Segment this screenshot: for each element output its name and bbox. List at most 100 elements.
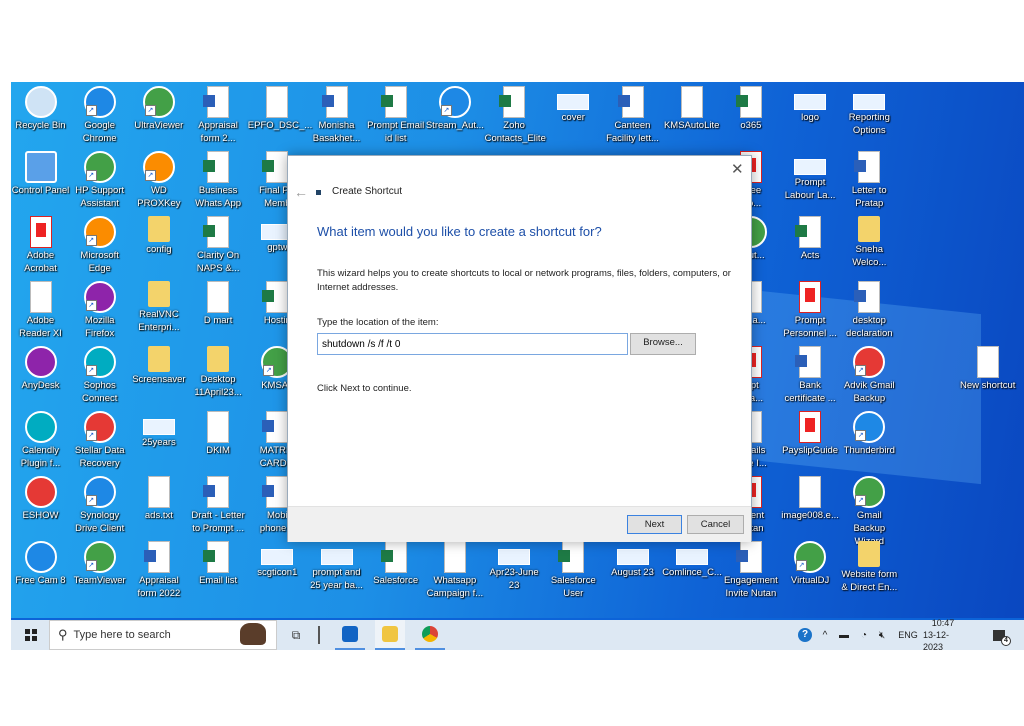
desktop-icon[interactable]: Recycle Bin — [11, 82, 70, 132]
desktop-icon[interactable]: scgticon1 — [248, 537, 307, 579]
desktop-icon[interactable]: EPFO_DSC_... — [248, 82, 312, 132]
desktop-icon-label: Business Whats App — [195, 185, 242, 209]
desktop-icon[interactable]: ↗ Stream_Aut... — [425, 82, 484, 132]
desktop-icon[interactable]: Sneha Welco... — [840, 212, 899, 269]
desktop-icon[interactable]: desktop declaration — [840, 277, 899, 340]
notification-center-button[interactable]: 4 — [989, 620, 1011, 650]
start-button[interactable] — [19, 620, 43, 650]
desktop-icon[interactable]: RealVNC Enterpri... — [129, 277, 188, 334]
desktop-icon[interactable]: ↗ TeamViewer — [70, 537, 129, 587]
outlook-taskbar-button[interactable] — [335, 620, 365, 650]
desktop-icon[interactable]: Prompt Email id list — [366, 82, 425, 145]
desktop-icon[interactable]: image008.e... — [781, 472, 840, 522]
desktop-icon[interactable]: prompt and 25 year ba... — [307, 537, 366, 592]
desktop-icon[interactable]: Free Cam 8 — [11, 537, 70, 587]
desktop-icon[interactable]: cover — [544, 82, 603, 124]
desktop-icon-label: Monisha Basakhet... — [312, 120, 361, 144]
desktop-icon[interactable]: ↗ Google Chrome — [70, 82, 129, 145]
desktop-icon[interactable]: Desktop 11April23... — [189, 342, 248, 399]
desktop-icon[interactable]: ↗ Sophos Connect — [70, 342, 129, 405]
image-icon — [616, 549, 649, 565]
desktop-icon[interactable]: ↗ Microsoft Edge — [70, 212, 129, 275]
desktop-icon[interactable]: Acts — [781, 212, 840, 262]
chevron-up-icon[interactable]: ^ — [818, 620, 832, 650]
desktop-icon[interactable]: AnyDesk — [11, 342, 70, 392]
browse-button[interactable]: Browse... — [630, 333, 696, 355]
battery-icon[interactable]: ▬ — [837, 620, 851, 650]
desktop-icon[interactable]: Website form & Direct En... — [840, 537, 899, 594]
desktop-icon[interactable]: Prompt Labour La... — [781, 147, 840, 202]
help-tray-icon[interactable]: ? — [797, 620, 813, 650]
clock-time: 10:47 — [931, 618, 955, 628]
location-input[interactable] — [317, 333, 628, 355]
file-explorer-taskbar-button[interactable] — [375, 620, 405, 650]
desktop-icon[interactable]: logo — [781, 82, 840, 124]
desktop-icon[interactable]: Screensaver — [129, 342, 188, 386]
desktop-icon[interactable]: Reporting Options — [840, 82, 899, 137]
cancel-button[interactable]: Cancel — [687, 515, 744, 534]
desktop-icon-label: VirtualDJ — [790, 575, 830, 586]
next-button[interactable]: Next — [627, 515, 682, 534]
desktop-icon[interactable]: Prompt Personnel ... — [781, 277, 840, 340]
taskbar-search[interactable]: ⚲ Type here to search — [49, 620, 277, 650]
excel-icon — [558, 541, 585, 573]
desktop-icon[interactable]: ↗ HP Support Assistant — [70, 147, 129, 210]
desktop-icon[interactable]: ESHOW — [11, 472, 70, 522]
close-icon[interactable]: ✕ — [731, 160, 744, 178]
desktop-icon[interactable]: Email list — [189, 537, 248, 587]
desktop-icon[interactable]: Bank certificate ... — [781, 342, 840, 405]
desktop-icon[interactable]: Monisha Basakhet... — [307, 82, 366, 145]
desktop-icon[interactable]: ↗ Stellar Data Recovery — [70, 407, 129, 470]
desktop-icon[interactable]: DKIM — [189, 407, 248, 457]
desktop-icon[interactable]: Adobe Reader XI — [11, 277, 70, 340]
desktop-icon[interactable]: ↗ Thunderbird — [840, 407, 899, 457]
wifi-icon[interactable]: ◔ — [857, 620, 871, 650]
desktop-icon[interactable]: Appraisal form 2022 — [129, 537, 188, 600]
desktop-icon[interactable]: Control Panel — [11, 147, 70, 197]
back-arrow-icon[interactable]: ← — [294, 184, 308, 200]
desktop-icon[interactable]: ↗ Advik Gmail Backup — [840, 342, 899, 405]
desktop-icon[interactable]: Salesforce — [366, 537, 425, 587]
desktop-icon[interactable]: KMSAutoLite — [662, 82, 721, 132]
desktop-icon[interactable]: ↗ VirtualDJ — [781, 537, 840, 587]
chrome-taskbar-button[interactable] — [415, 620, 445, 650]
desktop-icon[interactable]: ↗ Synology Drive Client — [70, 472, 129, 535]
desktop-icon[interactable]: Zoho Contacts_Elite — [485, 82, 546, 145]
desktop-icon[interactable]: Whatsapp Campaign f... — [425, 537, 484, 600]
desktop-icon-label: cover — [561, 112, 585, 123]
desktop-icon[interactable]: Draft - Letter to Prompt ... — [189, 472, 248, 535]
app-icon: ↗ — [83, 541, 116, 573]
desktop-icon[interactable]: Salesforce User — [544, 537, 603, 600]
desktop-icon[interactable]: ads.txt — [129, 472, 188, 522]
desktop-icon[interactable]: Apr23-June 23 — [485, 537, 544, 592]
desktop-icon[interactable]: ↗ WD PROXKey — [129, 147, 188, 210]
desktop-icon[interactable]: Engagement Invite Nutan — [721, 537, 780, 600]
word-icon — [617, 86, 644, 118]
desktop-icon[interactable]: D mart — [189, 277, 248, 327]
desktop-icon[interactable]: Adobe Acrobat — [11, 212, 70, 275]
desktop-icon[interactable]: Canteen Facility lett... — [603, 82, 662, 145]
desktop-icon[interactable]: 25years — [129, 407, 188, 449]
shortcut-arrow-icon: ↗ — [796, 560, 808, 571]
desktop-icon[interactable]: Appraisal form 2... — [189, 82, 248, 145]
language-indicator[interactable]: ENG — [897, 620, 919, 650]
word-icon — [735, 541, 762, 573]
task-view-icon[interactable]: ⧉ — [287, 620, 305, 650]
desktop-icon[interactable]: Letter to Pratap — [840, 147, 899, 210]
clock[interactable]: 10:47 13-12-2023 — [923, 618, 963, 652]
desktop-icon[interactable]: Business Whats App — [189, 147, 248, 210]
desktop-icon[interactable]: PayslipGuide — [781, 407, 840, 457]
outlook-icon — [342, 626, 358, 642]
desktop-icon[interactable]: Calendly Plugin f... — [11, 407, 70, 470]
speaker-muted-icon[interactable]: 🔇︎ — [875, 620, 889, 650]
desktop-icon[interactable]: Comlince_C... — [662, 537, 722, 579]
excel-icon — [262, 151, 289, 183]
desktop-icon[interactable]: o365 — [721, 82, 780, 132]
desktop-icon-label: Email list — [199, 575, 238, 586]
desktop-icon[interactable]: config — [129, 212, 188, 256]
desktop-icon[interactable]: ↗ Mozilla Firefox — [70, 277, 129, 340]
desktop-icon[interactable]: August 23 — [603, 537, 662, 579]
desktop-icon[interactable]: ↗ UltraViewer — [129, 82, 188, 132]
desktop-icon[interactable]: Clarity On NAPS &... — [189, 212, 248, 275]
desktop-icon[interactable]: New shortcut — [958, 342, 1017, 392]
